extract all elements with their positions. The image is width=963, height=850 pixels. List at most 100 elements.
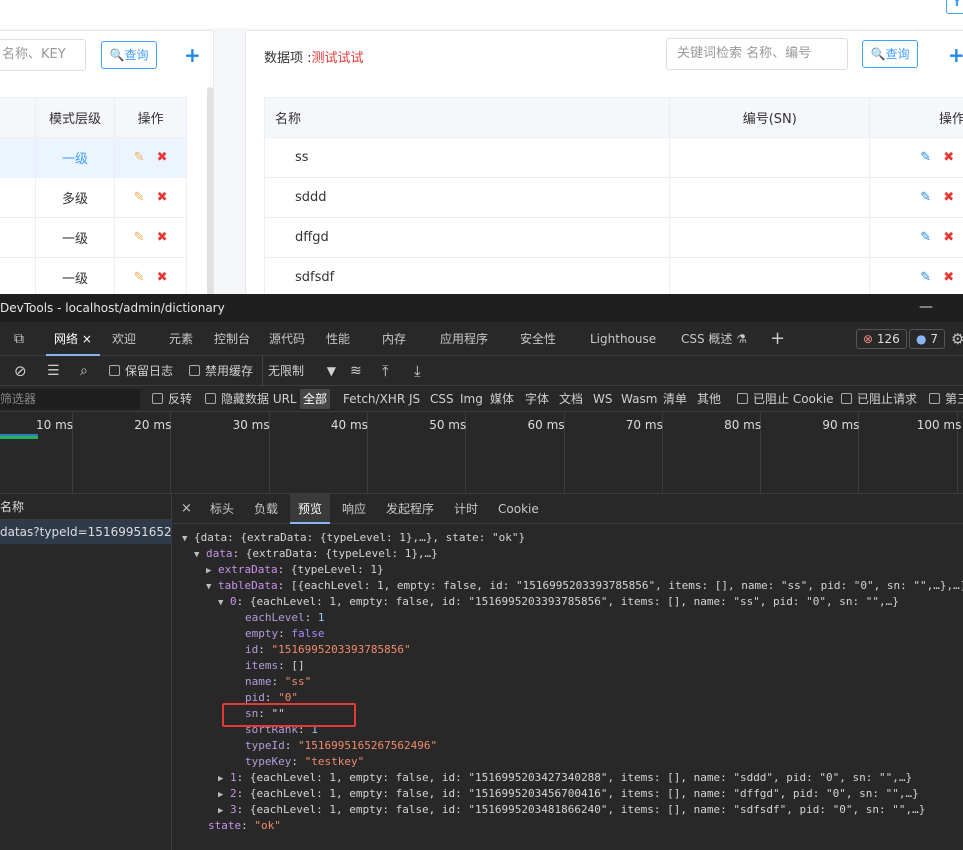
delete-icon[interactable]: ✖ — [157, 270, 168, 285]
throttle-select[interactable]: 无限制 ▼ — [262, 356, 338, 386]
detail-tab-initiator[interactable]: 发起程序 — [386, 494, 434, 524]
filter-icon[interactable]: ☰ — [47, 356, 60, 386]
preview-item-collapsed[interactable]: ▶ 2: {eachLevel: 1, empty: false, id: "15… — [218, 786, 919, 802]
preserve-log-checkbox[interactable]: 保留日志 — [109, 356, 173, 386]
table-row[interactable]: sdfsdf✎✖↑ — [263, 257, 963, 294]
disable-cache-checkbox[interactable]: 禁用缓存 — [189, 356, 253, 386]
request-row[interactable]: datas?typeId=1516995165267... — [0, 520, 172, 544]
type-filter-wasm[interactable]: Wasm — [621, 386, 657, 412]
table-row[interactable]: 一级 ✎ ✖ — [0, 217, 187, 258]
error-badge[interactable]: ⊗ 126 — [856, 329, 907, 349]
type-filter-font[interactable]: 字体 — [525, 386, 549, 412]
type-filter-other[interactable]: 其他 — [697, 386, 721, 412]
tab-css-overview[interactable]: CSS 概述 ⚗ — [681, 322, 747, 356]
detail-tab-timing[interactable]: 计时 — [454, 494, 478, 524]
tab-sources[interactable]: 源代码 — [269, 322, 305, 356]
left-query-button[interactable]: 🔍查询 — [101, 41, 157, 69]
preview-state[interactable]: state: "ok" — [208, 818, 281, 834]
delete-icon[interactable]: ✖ — [943, 230, 954, 245]
table-row[interactable]: ss✎✖↑ — [263, 137, 963, 178]
type-filter-img[interactable]: Img — [460, 386, 483, 412]
table-row[interactable]: 一级 ✎ ✖ — [0, 137, 187, 178]
edit-icon[interactable]: ✎ — [134, 150, 145, 165]
preview-field[interactable]: items: [] — [245, 658, 305, 674]
preview-root[interactable]: ▼ {data: {extraData: {typeLevel: 1},…}, s… — [182, 530, 525, 546]
preview-item-collapsed[interactable]: ▶ 1: {eachLevel: 1, empty: false, id: "15… — [218, 770, 912, 786]
left-search-input[interactable]: 名称、KEY — [0, 39, 86, 71]
preview-field[interactable]: empty: false — [245, 626, 325, 642]
message-badge[interactable]: ● 7 — [909, 329, 945, 349]
right-query-button[interactable]: 🔍查询 — [862, 40, 918, 68]
add-tab-button[interactable]: + — [770, 322, 785, 356]
preview-item-0[interactable]: ▼ 0: {eachLevel: 1, empty: false, id: "15… — [218, 594, 899, 610]
clear-icon[interactable]: ⊘ — [14, 356, 27, 386]
tab-console[interactable]: 控制台 — [214, 322, 250, 356]
preview-tabledata[interactable]: ▼ tableData: [{eachLevel: 1, empty: false… — [206, 578, 963, 594]
preview-field[interactable]: name: "ss" — [245, 674, 311, 690]
edit-icon[interactable]: ✎ — [134, 270, 145, 285]
detail-tab-payload[interactable]: 负载 — [254, 494, 278, 524]
tab-close-icon[interactable]: × — [82, 332, 92, 346]
tab-network[interactable]: 网络 × — [46, 322, 100, 356]
minimize-button[interactable]: — — [919, 294, 933, 320]
detail-tab-cookies[interactable]: Cookie — [498, 494, 539, 524]
invert-checkbox[interactable]: 反转 — [152, 386, 192, 412]
table-row[interactable]: 一级 ✎ ✖ — [0, 257, 187, 294]
download-icon[interactable]: ⤓ — [414, 356, 421, 386]
hide-data-urls-checkbox[interactable]: 隐藏数据 URL — [205, 386, 297, 412]
third-party-checkbox[interactable]: 第三方请求 — [929, 386, 963, 412]
edit-icon[interactable]: ✎ — [920, 230, 931, 245]
top-action-button[interactable]: ⬆ — [946, 0, 963, 14]
left-add-button[interactable]: + — [184, 45, 201, 65]
type-filter-all[interactable]: 全部 — [300, 389, 331, 409]
delete-icon[interactable]: ✖ — [943, 270, 954, 285]
delete-icon[interactable]: ✖ — [943, 190, 954, 205]
edit-icon[interactable]: ✎ — [920, 270, 931, 285]
tab-application[interactable]: 应用程序 — [440, 322, 488, 356]
table-row[interactable]: dffgd✎✖↑ — [263, 217, 963, 258]
tab-performance[interactable]: 性能 — [326, 322, 350, 356]
search-icon[interactable]: ⌕ — [80, 356, 88, 386]
tab-elements[interactable]: 元素 — [169, 322, 193, 356]
type-filter-xhr[interactable]: Fetch/XHR — [343, 386, 405, 412]
upload-icon[interactable]: ⤒ — [382, 356, 389, 386]
left-scrollbar[interactable] — [207, 87, 213, 294]
delete-icon[interactable]: ✖ — [157, 190, 168, 205]
edit-icon[interactable]: ✎ — [134, 190, 145, 205]
edit-icon[interactable]: ✎ — [920, 190, 931, 205]
right-add-button[interactable]: + — [948, 45, 963, 65]
edit-icon[interactable]: ✎ — [920, 150, 931, 165]
detail-tab-headers[interactable]: 标头 — [210, 494, 234, 524]
preview-field[interactable]: typeKey: "testkey" — [245, 754, 364, 770]
blocked-requests-checkbox[interactable]: 已阻止请求 — [841, 386, 917, 412]
preview-field[interactable]: id: "1516995203393785856" — [245, 642, 411, 658]
blocked-cookies-checkbox[interactable]: 已阻止 Cookie — [737, 386, 834, 412]
wifi-icon[interactable]: ≋ — [350, 356, 362, 386]
delete-icon[interactable]: ✖ — [157, 230, 168, 245]
network-timeline[interactable]: 10 ms 20 ms 30 ms 40 ms 50 ms 60 ms 70 ms 80 ms… — [0, 412, 963, 494]
settings-icon[interactable]: ⚙ — [951, 322, 963, 356]
preview-data[interactable]: ▼ data: {extraData: {typeLevel: 1},…} — [194, 546, 438, 562]
preview-extradata[interactable]: ▶ extraData: {typeLevel: 1} — [206, 562, 384, 578]
preview-field[interactable]: eachLevel: 1 — [245, 610, 324, 626]
type-filter-media[interactable]: 媒体 — [490, 386, 514, 412]
right-search-input[interactable]: 关键词检索 名称、编号 — [666, 38, 848, 70]
delete-icon[interactable]: ✖ — [943, 150, 954, 165]
type-filter-ws[interactable]: WS — [593, 386, 612, 412]
table-row[interactable]: 多级 ✎ ✖ — [0, 177, 187, 218]
detail-tab-response[interactable]: 响应 — [342, 494, 366, 524]
type-filter-manifest[interactable]: 清单 — [663, 386, 687, 412]
type-filter-css[interactable]: CSS — [430, 386, 454, 412]
table-row[interactable]: sddd✎✖↑ — [263, 177, 963, 218]
type-filter-doc[interactable]: 文档 — [559, 386, 583, 412]
tab-security[interactable]: 安全性 — [520, 322, 556, 356]
tab-memory[interactable]: 内存 — [382, 322, 406, 356]
dock-icon[interactable]: ⧉ — [14, 322, 24, 356]
close-detail-button[interactable]: × — [181, 494, 192, 524]
detail-tab-preview[interactable]: 预览 — [290, 494, 331, 524]
edit-icon[interactable]: ✎ — [134, 230, 145, 245]
delete-icon[interactable]: ✖ — [157, 150, 168, 165]
type-filter-js[interactable]: JS — [409, 386, 420, 412]
preview-field[interactable]: typeId: "1516995165267562496" — [245, 738, 437, 754]
tab-lighthouse[interactable]: Lighthouse — [590, 322, 656, 356]
